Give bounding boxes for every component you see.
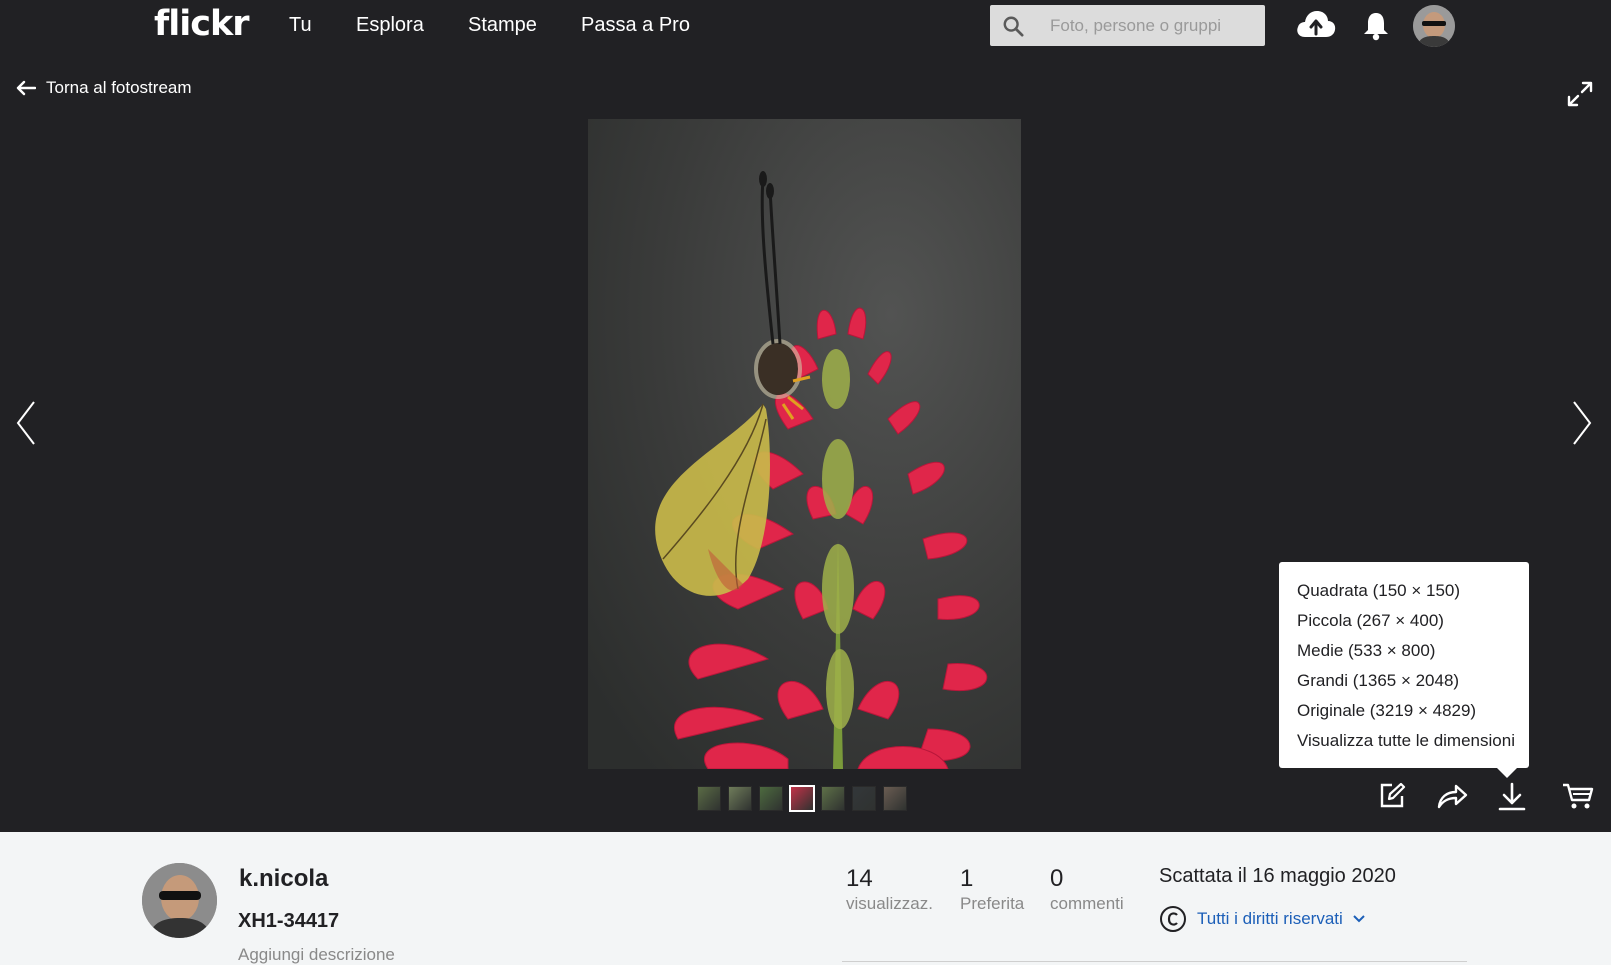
photo-thumbnail[interactable] [883, 786, 907, 811]
search-icon[interactable] [1002, 15, 1024, 37]
nav-tu[interactable]: Tu [289, 14, 312, 37]
back-to-photostream-link[interactable]: Torna al fotostream [16, 78, 192, 98]
owner-name-link[interactable]: k.nicola [239, 865, 328, 893]
notification-bell-icon[interactable] [1362, 11, 1390, 41]
license-label: Tutti i diritti riservati [1197, 909, 1343, 928]
top-navigation-bar: flickr Tu Esplora Stampe Passa a Pro [0, 0, 1611, 57]
stat-favorites-label: Preferita [960, 894, 1025, 913]
nav-stampe[interactable]: Stampe [468, 14, 537, 37]
photo-thumbnail[interactable] [697, 786, 721, 811]
upload-cloud-icon[interactable] [1295, 8, 1337, 42]
download-size-large[interactable]: Grandi (1365 × 2048) [1279, 666, 1529, 696]
download-size-medium[interactable]: Medie (533 × 800) [1279, 636, 1529, 666]
stat-views-value: 14 [846, 865, 873, 892]
license-link[interactable]: Tutti i diritti riservati [1159, 905, 1365, 933]
download-sizes-menu: Quadrata (150 × 150) Piccola (267 × 400)… [1279, 562, 1529, 778]
fullscreen-expand-icon[interactable] [1566, 80, 1594, 108]
nav-esplora[interactable]: Esplora [356, 14, 424, 37]
photo-thumbnail[interactable] [759, 786, 783, 811]
search-box [990, 5, 1265, 46]
stat-comments-value: 0 [1050, 865, 1064, 892]
share-arrow-icon[interactable] [1436, 782, 1468, 810]
photo-title[interactable]: XH1-34417 [238, 910, 339, 933]
view-all-sizes-link[interactable]: Visualizza tutte le dimensioni [1279, 726, 1529, 756]
stat-views: 14 visualizzaz. [846, 865, 933, 914]
stat-favorites: 1 Preferita [960, 865, 1024, 914]
flickr-logo[interactable]: flickr [154, 4, 250, 44]
download-size-original[interactable]: Originale (3219 × 4829) [1279, 696, 1529, 726]
photo-thumbnail[interactable] [852, 786, 876, 811]
nav-passa-a-pro[interactable]: Passa a Pro [581, 14, 690, 37]
photo-thumbnail[interactable] [821, 786, 845, 811]
previous-photo-chevron-icon[interactable] [14, 400, 38, 446]
divider [842, 961, 1467, 962]
stat-views-label: visualizzaz. [846, 894, 933, 913]
edit-icon[interactable] [1378, 782, 1406, 810]
chevron-down-icon [1353, 915, 1365, 923]
stat-comments: 0 commenti [1050, 865, 1124, 914]
search-input[interactable] [1050, 5, 1255, 46]
arrow-left-icon [16, 80, 36, 96]
download-icon[interactable] [1498, 782, 1526, 812]
download-size-square[interactable]: Quadrata (150 × 150) [1279, 576, 1529, 606]
copyright-icon [1160, 906, 1186, 932]
photo-info-panel: k.nicola XH1-34417 Aggiungi descrizione … [0, 832, 1611, 965]
stat-favorites-value: 1 [960, 865, 974, 892]
owner-avatar[interactable] [142, 863, 217, 938]
add-description-link[interactable]: Aggiungi descrizione [238, 945, 395, 965]
thumbnail-strip [697, 785, 907, 812]
date-taken: Scattata il 16 maggio 2020 [1159, 865, 1396, 887]
photo-thumbnail[interactable] [728, 786, 752, 811]
next-photo-chevron-icon[interactable] [1570, 400, 1594, 446]
back-label: Torna al fotostream [46, 78, 192, 97]
main-photo[interactable] [588, 119, 1021, 769]
stat-comments-label: commenti [1050, 894, 1124, 913]
user-avatar[interactable] [1413, 5, 1455, 47]
shopping-cart-icon[interactable] [1562, 782, 1594, 810]
photo-thumbnail[interactable] [789, 785, 815, 812]
download-size-small[interactable]: Piccola (267 × 400) [1279, 606, 1529, 636]
